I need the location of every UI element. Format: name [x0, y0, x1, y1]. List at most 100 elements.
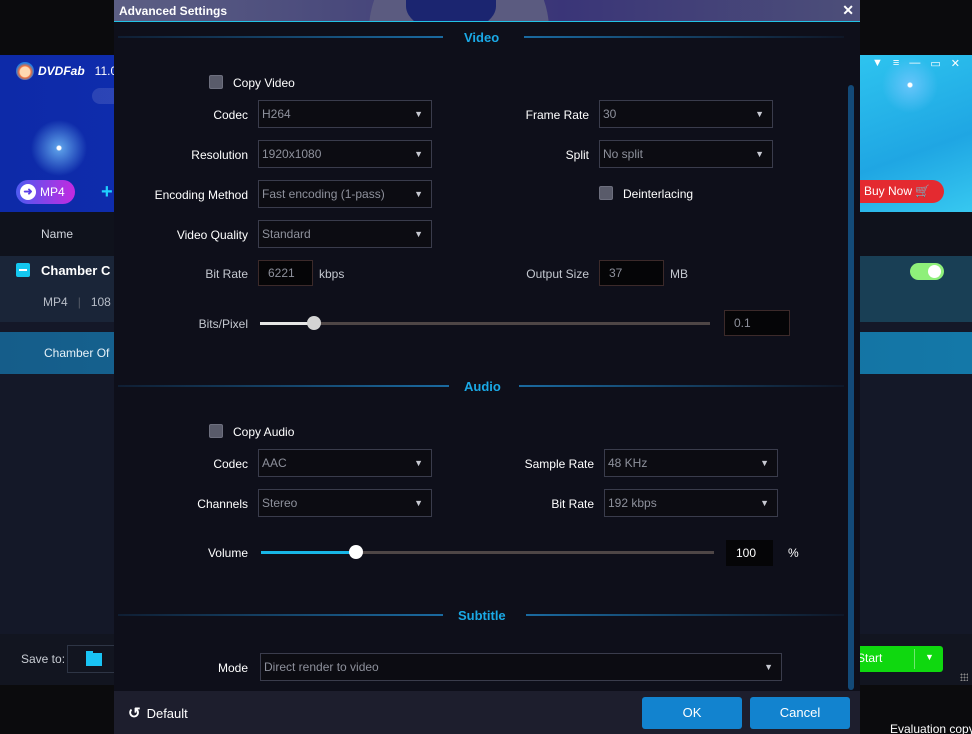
copy-video-checkbox[interactable]: [209, 75, 223, 89]
close-icon[interactable]: ✕: [842, 2, 854, 19]
volume-input[interactable]: 100: [726, 540, 773, 566]
reset-icon: ↺: [128, 705, 141, 722]
audio-codec-value: AAC: [262, 456, 287, 470]
video-quality-select[interactable]: Standard ▼: [258, 220, 432, 248]
channels-label: Channels: [197, 497, 248, 511]
volume-slider[interactable]: [261, 545, 714, 559]
bits-pixel-input[interactable]: 0.1: [724, 310, 790, 336]
frame-rate-label: Frame Rate: [525, 108, 589, 122]
title-resolution: 108: [90, 295, 111, 309]
volume-slider-fill: [261, 551, 356, 554]
chevron-down-icon: ▼: [414, 498, 423, 508]
resolution-value: 1920x1080: [262, 147, 322, 161]
bits-pixel-slider-fill: [260, 322, 314, 325]
output-size-input[interactable]: 37: [599, 260, 664, 286]
section-divider: [118, 36, 443, 38]
frame-rate-value: 30: [603, 107, 617, 121]
audio-bit-rate-value: 192 kbps: [608, 496, 657, 510]
cart-icon: 🛒: [915, 184, 931, 198]
buy-now-button[interactable]: Buy Now 🛒: [860, 180, 944, 203]
volume-label: Volume: [207, 546, 248, 560]
folder-icon[interactable]: [86, 651, 102, 666]
minimize-icon[interactable]: —: [909, 57, 920, 70]
close-icon[interactable]: ✕: [951, 57, 960, 70]
sample-rate-select[interactable]: 48 KHz ▼: [604, 449, 778, 477]
audio-codec-select[interactable]: AAC ▼: [258, 449, 432, 477]
audio-bit-rate-select[interactable]: 192 kbps ▼: [604, 489, 778, 517]
section-divider: [118, 385, 449, 387]
chevron-down-icon: ▼: [760, 458, 769, 468]
subtitle-mode-select[interactable]: Direct render to video ▼: [260, 653, 782, 681]
frame-rate-select[interactable]: 30 ▼: [599, 100, 773, 128]
maximize-icon[interactable]: ▭: [930, 57, 940, 70]
default-button[interactable]: ↺ Default: [128, 704, 188, 722]
mode-label: Mode: [217, 661, 248, 675]
profile-label: MP4: [40, 185, 65, 199]
chevron-down-icon: ▼: [414, 189, 423, 199]
output-size-label: Output Size: [526, 267, 589, 281]
video-bit-rate-unit: kbps: [319, 267, 345, 281]
channels-select[interactable]: Stereo ▼: [258, 489, 432, 517]
advanced-settings-dialog: Advanced Settings ✕ Video Copy Video Cod…: [114, 0, 860, 734]
skin-icon[interactable]: ▼: [872, 57, 883, 70]
bits-pixel-slider[interactable]: [260, 316, 710, 330]
dialog-title: Advanced Settings: [119, 4, 228, 18]
encoding-method-value: Fast encoding (1-pass): [262, 187, 385, 201]
profile-button[interactable]: ➜ MP4: [16, 180, 75, 204]
video-codec-select[interactable]: H264 ▼: [258, 100, 432, 128]
subtitle-mode-value: Direct render to video: [264, 660, 379, 674]
volume-unit: %: [788, 546, 799, 560]
split-value: No split: [603, 147, 644, 161]
dialog-titlebar[interactable]: Advanced Settings ✕: [114, 0, 860, 22]
resolution-select[interactable]: 1920x1080 ▼: [258, 140, 432, 168]
start-divider: [914, 649, 915, 669]
dialog-scrollbar[interactable]: [848, 85, 854, 690]
dialog-footer: ↺ Default OK Cancel: [114, 691, 860, 734]
chevron-down-icon: ▼: [414, 149, 423, 159]
split-select[interactable]: No split ▼: [599, 140, 773, 168]
resolution-label: Resolution: [191, 148, 248, 162]
title-name: Chamber C: [41, 263, 111, 278]
meta-separator: |: [77, 295, 81, 309]
bits-pixel-slider-thumb[interactable]: [307, 316, 321, 330]
section-title-audio: Audio: [464, 379, 501, 394]
column-name: Name: [41, 227, 74, 241]
chevron-down-icon: ▼: [764, 662, 773, 672]
chevron-down-icon[interactable]: ▼: [925, 652, 934, 662]
copy-video-label[interactable]: Copy Video: [233, 76, 295, 90]
arrow-right-icon: ➜: [20, 184, 36, 200]
start-button[interactable]: Start ▼: [855, 646, 943, 672]
logo-mascot-icon: [16, 62, 34, 80]
save-to-field[interactable]: [67, 645, 117, 673]
subtitle-row-title: Chamber Of: [44, 346, 110, 360]
encoding-method-select[interactable]: Fast encoding (1-pass) ▼: [258, 180, 432, 208]
logo-text: DVDFab: [38, 64, 85, 78]
sample-rate-value: 48 KHz: [608, 456, 648, 470]
chevron-down-icon: ▼: [755, 149, 764, 159]
deinterlacing-label[interactable]: Deinterlacing: [623, 187, 693, 201]
title-meta: MP4 | 108: [43, 295, 111, 309]
copy-audio-checkbox[interactable]: [209, 424, 223, 438]
collapse-checkbox[interactable]: [16, 263, 30, 277]
ok-button[interactable]: OK: [642, 697, 742, 729]
menu-icon[interactable]: ≡: [893, 57, 899, 70]
section-divider: [118, 614, 443, 616]
encoding-method-label: Encoding Method: [154, 188, 248, 202]
add-source-button[interactable]: +: [101, 181, 113, 204]
resize-grip-icon[interactable]: [960, 673, 968, 681]
volume-slider-thumb[interactable]: [349, 545, 363, 559]
title-enable-toggle[interactable]: [910, 263, 944, 280]
channels-value: Stereo: [262, 496, 298, 510]
copy-audio-label[interactable]: Copy Audio: [233, 425, 294, 439]
cancel-button[interactable]: Cancel: [750, 697, 850, 729]
video-codec-label: Codec: [213, 108, 248, 122]
section-divider: [524, 36, 844, 38]
start-label: Start: [857, 651, 883, 665]
section-title-video: Video: [464, 30, 500, 45]
video-bit-rate-input[interactable]: 6221: [258, 260, 313, 286]
chevron-down-icon: ▼: [755, 109, 764, 119]
split-label: Split: [565, 148, 589, 162]
section-divider: [526, 614, 844, 616]
deinterlacing-checkbox[interactable]: [599, 186, 613, 200]
save-to-label: Save to:: [21, 652, 66, 666]
